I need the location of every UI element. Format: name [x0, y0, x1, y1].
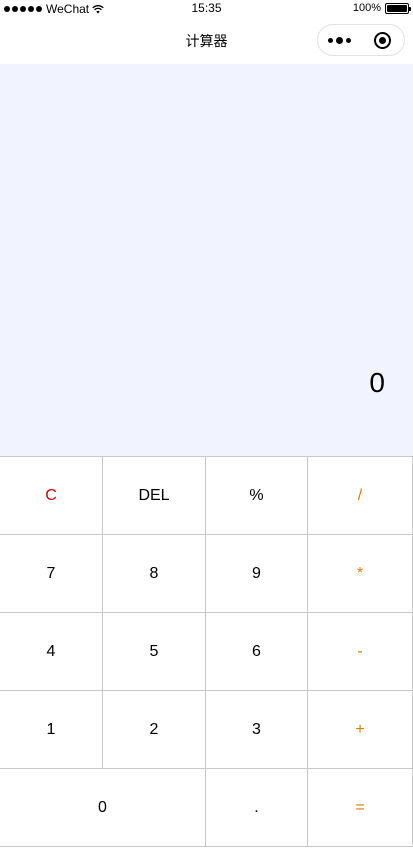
mini-program-capsule: [317, 24, 405, 56]
digit-5-button[interactable]: 5: [103, 613, 206, 691]
multiply-button[interactable]: *: [308, 535, 413, 613]
decimal-point-button[interactable]: .: [206, 769, 308, 847]
digit-1-button[interactable]: 1: [0, 691, 103, 769]
divide-button[interactable]: /: [308, 457, 413, 535]
digit-0-button[interactable]: 0: [0, 769, 206, 847]
battery-percent: 100%: [352, 2, 381, 14]
digit-6-button[interactable]: 6: [206, 613, 308, 691]
more-options-icon[interactable]: [318, 36, 361, 44]
clear-button[interactable]: C: [0, 457, 103, 535]
calculator-display: 0: [0, 64, 413, 456]
digit-3-button[interactable]: 3: [206, 691, 308, 769]
delete-button[interactable]: DEL: [103, 457, 206, 535]
subtract-button[interactable]: -: [308, 613, 413, 691]
digit-7-button[interactable]: 7: [0, 535, 103, 613]
keypad: C DEL % / 7 8 9 * 4 5 6 - 1 2 3 + 0 . =: [0, 456, 413, 848]
target-icon: [374, 31, 391, 49]
percent-button[interactable]: %: [206, 457, 308, 535]
digit-2-button[interactable]: 2: [103, 691, 206, 769]
add-button[interactable]: +: [308, 691, 413, 769]
status-time: 15:35: [191, 1, 222, 15]
display-value: 0: [369, 367, 385, 398]
digit-4-button[interactable]: 4: [0, 613, 103, 691]
status-bar: WeChat 15:35 100%: [0, 0, 413, 18]
digit-9-button[interactable]: 9: [206, 535, 308, 613]
close-mini-program-button[interactable]: [361, 31, 404, 49]
navigation-bar: 计算器: [0, 18, 413, 64]
status-bar-right: 100%: [352, 2, 411, 14]
digit-8-button[interactable]: 8: [103, 535, 206, 613]
battery-icon: [385, 2, 411, 14]
equals-button[interactable]: =: [308, 769, 413, 847]
